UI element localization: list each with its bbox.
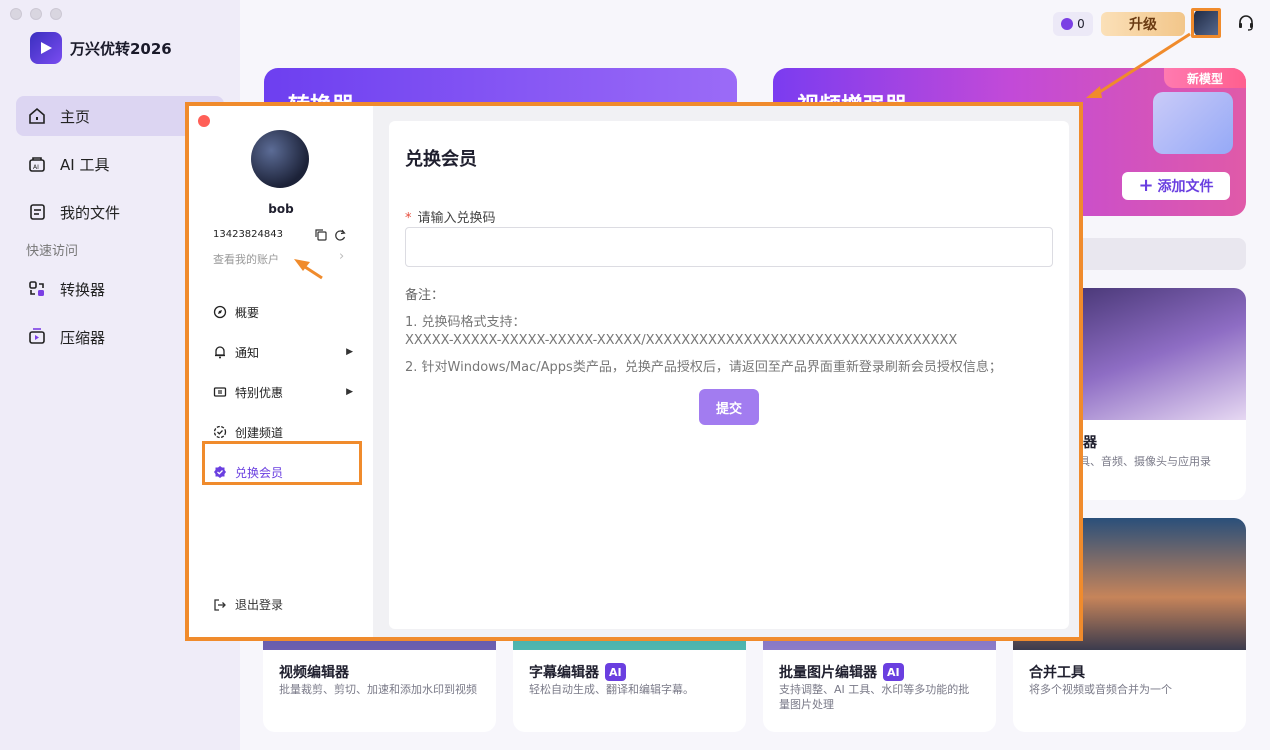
required-mark: * (405, 211, 412, 226)
compass-icon (213, 305, 227, 319)
new-model-badge: 新模型 (1164, 68, 1246, 88)
sidebar-item-label: AI 工具 (60, 155, 110, 174)
copy-icon[interactable] (314, 227, 328, 241)
add-file-button[interactable]: + 添加文件 (1122, 172, 1230, 200)
account-modal: bob 13423824843 查看我的账户 › 概要 通知 ▶ 特别优惠 ▶ … (185, 102, 1083, 641)
submit-button[interactable]: 提交 (699, 389, 759, 425)
add-file-label: 添加文件 (1157, 179, 1214, 195)
user-phone: 13423824843 (213, 229, 283, 240)
upgrade-button[interactable]: 升级 (1101, 12, 1185, 36)
bell-icon (213, 345, 227, 359)
tool-card-desc: 支持调整、AI 工具、水印等多功能的批量图片处理 (779, 683, 970, 711)
modal-close-button-dot[interactable] (198, 115, 210, 127)
redeem-code-label: * 请输入兑换码 (405, 207, 496, 226)
redeem-code-label-text: 请输入兑换码 (417, 211, 496, 226)
sidebar-item-label: 压缩器 (60, 328, 106, 347)
menu-item-label: 通知 (235, 345, 260, 360)
window-minimize-button[interactable] (30, 8, 42, 20)
panel-title: 兑换会员 (405, 149, 477, 170)
sidebar-item-label: 转换器 (60, 280, 106, 299)
chevron-right-icon: › (339, 249, 345, 264)
tool-card-title-row: 批量图片编辑器 AI (779, 662, 904, 682)
ticket-icon (213, 385, 227, 399)
tool-card-title: 批量图片编辑器 (779, 665, 877, 681)
redeem-panel: 兑换会员 * 请输入兑换码 备注： 1. 兑换码格式支持： XXXXX-XXXXX… (389, 121, 1069, 629)
converter-icon (26, 278, 48, 300)
home-icon (26, 105, 48, 127)
tool-card-title: 视频编辑器 (279, 665, 349, 681)
ai-badge: AI (883, 663, 904, 681)
sidebar-item-label: 我的文件 (60, 203, 121, 222)
coin-count: 0 (1077, 17, 1085, 31)
user-avatar (251, 130, 309, 188)
brand: 万兴优转2026 (30, 32, 172, 64)
compressor-icon (26, 326, 48, 348)
avatar-highlight-box (1191, 8, 1221, 38)
ai-enhance-illustration (1153, 92, 1233, 154)
sidebar-item-label: 主页 (60, 107, 91, 126)
user-name: bob (268, 202, 294, 216)
menu-item-label: 概要 (235, 305, 260, 320)
refresh-icon[interactable] (333, 227, 347, 241)
tool-card-title-row: 字幕编辑器 AI (529, 662, 626, 682)
caret-right-icon: ▶ (346, 387, 353, 397)
tool-card-title: 字幕编辑器 (529, 665, 599, 681)
channel-icon (213, 425, 227, 439)
logout-icon (213, 598, 227, 612)
tool-card-desc: 批量裁剪、剪切、加速和添加水印到视频 (279, 683, 477, 696)
window-controls (10, 8, 62, 20)
search-bar[interactable] (1060, 238, 1246, 270)
logout-label: 退出登录 (235, 598, 284, 612)
app-logo-icon (30, 32, 62, 64)
menu-item-notifications[interactable]: 通知 ▶ (213, 332, 353, 372)
menu-item-label: 特别优惠 (235, 385, 284, 400)
coin-balance[interactable]: 0 (1053, 12, 1093, 36)
view-account-link[interactable]: 查看我的账户 (213, 251, 279, 267)
note-title: 备注： (405, 288, 445, 303)
caret-right-icon: ▶ (346, 347, 353, 357)
recorder-card-desc: 具、音频、摄像头与应用录 (1079, 455, 1211, 468)
window-close-button[interactable] (10, 8, 22, 20)
plus-icon: + (1138, 175, 1154, 196)
menu-item-special-offers[interactable]: 特别优惠 ▶ (213, 372, 353, 412)
note-format: XXXXX-XXXXX-XXXXX-XXXXX-XXXXX/XXXXXXXXXX… (405, 333, 958, 348)
recorder-card-title: 器 (1083, 435, 1097, 451)
note-line-1: 1. 兑换码格式支持： (405, 315, 526, 330)
tool-card-title: 合并工具 (1029, 665, 1085, 681)
redeem-code-input[interactable] (405, 227, 1053, 267)
window-zoom-button[interactable] (50, 8, 62, 20)
coin-icon (1061, 18, 1074, 30)
menu-item-label: 创建频道 (235, 425, 284, 440)
headset-icon[interactable] (1236, 13, 1256, 33)
note-line-2: 2. 针对Windows/Mac/Apps类产品，兑换产品授权后，请返回至产品界… (405, 360, 1002, 375)
active-item-highlight-box (202, 441, 362, 485)
logout-button[interactable]: 退出登录 (213, 596, 283, 613)
menu-item-overview[interactable]: 概要 (213, 292, 353, 332)
ai-badge: AI (605, 663, 626, 681)
account-sidebar: bob 13423824843 查看我的账户 › 概要 通知 ▶ 特别优惠 ▶ … (189, 106, 373, 637)
file-icon (26, 201, 48, 223)
tool-card-desc: 轻松自动生成、翻译和编辑字幕。 (529, 683, 694, 696)
app-title: 万兴优转2026 (70, 39, 172, 58)
ai-tools-icon: AI (26, 153, 48, 175)
svg-text:AI: AI (33, 164, 39, 171)
tool-card-desc: 将多个视频或音频合并为一个 (1029, 683, 1172, 696)
